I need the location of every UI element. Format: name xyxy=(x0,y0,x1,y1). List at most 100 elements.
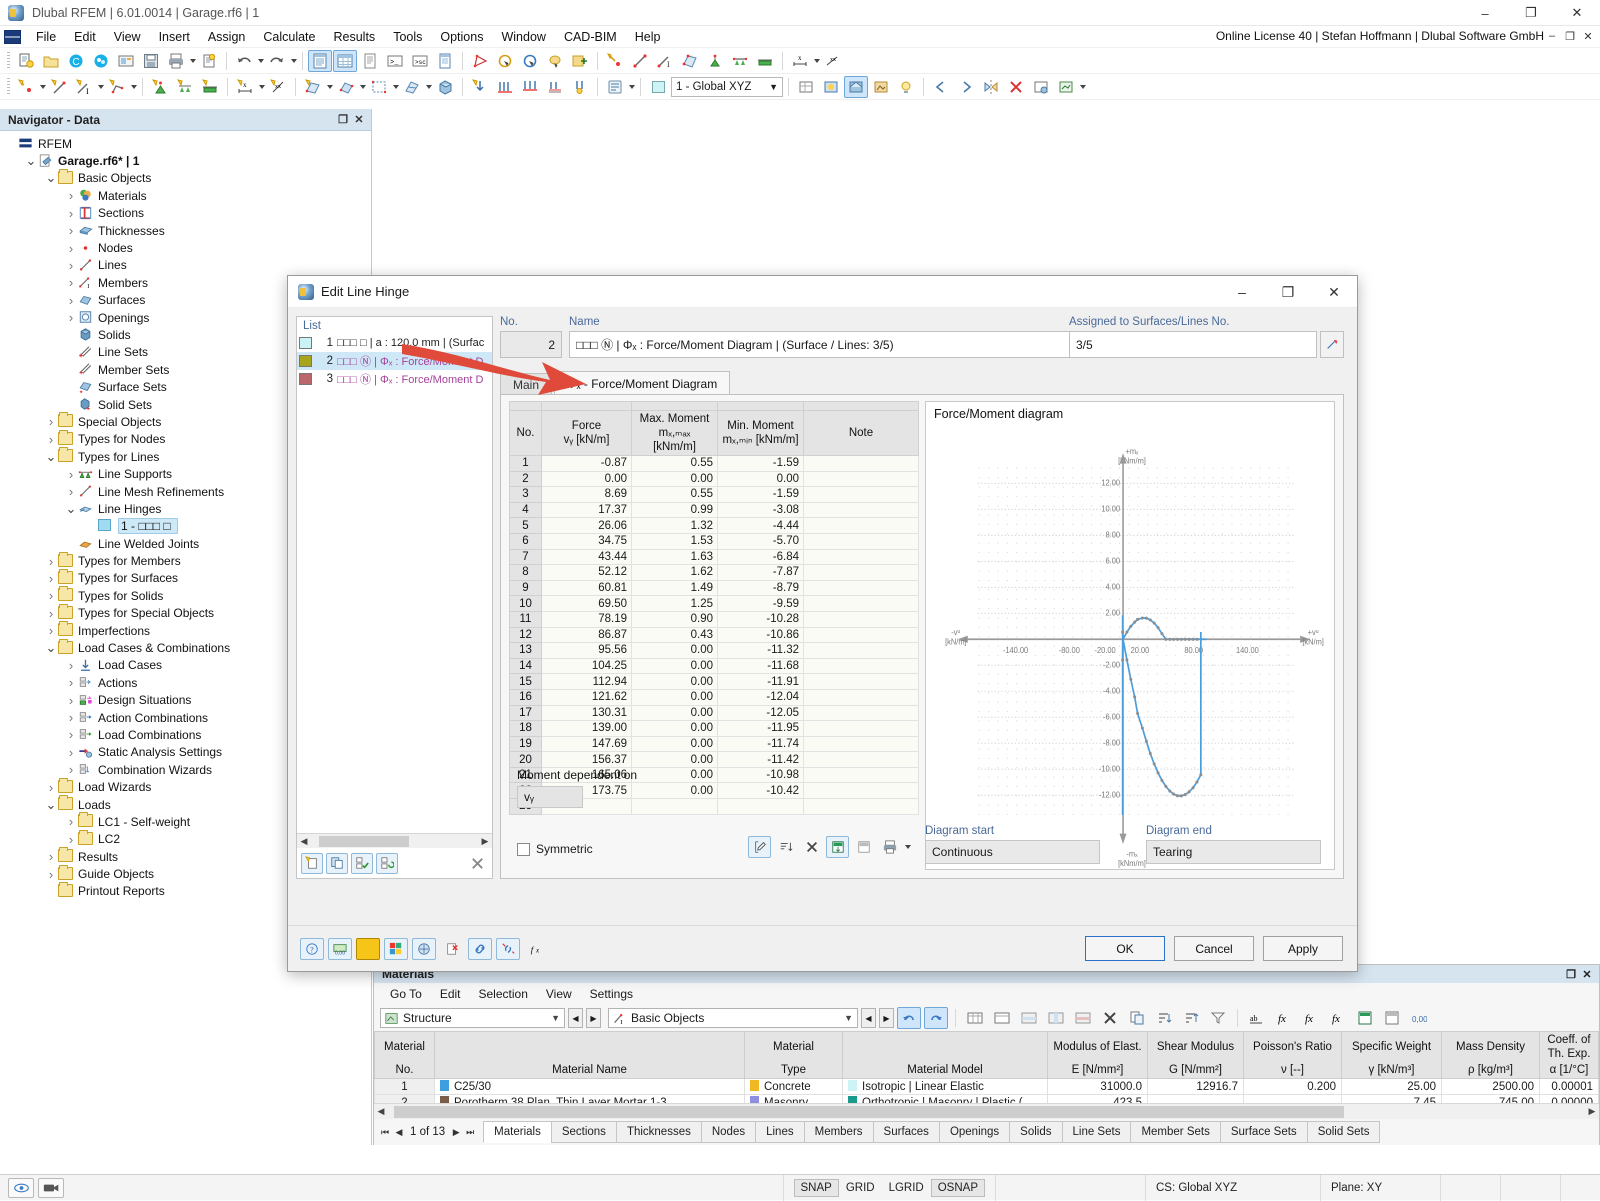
mat-cell-name[interactable]: C25/30 xyxy=(434,1078,745,1095)
materials-menu-view[interactable]: View xyxy=(538,985,580,1003)
list-scroll-thumb[interactable] xyxy=(319,835,409,847)
grid-toggle[interactable]: GRID xyxy=(839,1179,882,1197)
export-excel-icon[interactable] xyxy=(1353,1007,1377,1029)
last-page-button[interactable]: ⏭ xyxy=(463,1122,477,1142)
objects-combo-caret-icon[interactable]: ▼ xyxy=(844,1013,853,1023)
opening-dropdown-caret[interactable] xyxy=(393,84,399,89)
doc-restore-button[interactable]: ❐ xyxy=(1562,28,1578,44)
refresh-selection-button[interactable] xyxy=(376,852,398,874)
window-minimize-button[interactable]: – xyxy=(1462,0,1508,26)
unlink-button[interactable] xyxy=(496,937,520,960)
import-excel-button[interactable] xyxy=(826,836,849,858)
toolbar2-grip[interactable] xyxy=(7,77,10,96)
tree-collapser-icon[interactable] xyxy=(64,711,78,725)
doc-minimize-button[interactable]: – xyxy=(1544,28,1560,44)
menu-window[interactable]: Window xyxy=(492,28,554,46)
force-moment-row[interactable]: 4 17.37 0.99 -3.08 xyxy=(509,501,919,519)
help-button[interactable]: ? xyxy=(300,937,324,960)
bottom-tab-nodes[interactable]: Nodes xyxy=(700,1121,757,1143)
print-table-button[interactable] xyxy=(878,836,901,858)
materials-scroll-track[interactable] xyxy=(388,1105,1585,1118)
mat-cell-e[interactable]: 31000.0 xyxy=(1047,1078,1148,1095)
render-solid-icon[interactable] xyxy=(819,76,843,98)
bottom-tab-member-sets[interactable]: Member Sets xyxy=(1130,1121,1221,1143)
fm-cell-mmin[interactable]: -8.79 xyxy=(717,579,804,597)
toolbar-grip[interactable] xyxy=(7,51,10,70)
insert-col-icon[interactable] xyxy=(1044,1007,1068,1029)
delete-row-icon[interactable] xyxy=(1071,1007,1095,1029)
hinge-list-item[interactable]: 2 □□□ Ⓝ | Φₓ : Force/Moment D xyxy=(297,352,492,370)
script-icon[interactable]: >sc xyxy=(408,50,432,72)
prev-page-button[interactable]: ◀ xyxy=(392,1122,406,1142)
no-value[interactable]: 2 xyxy=(500,331,562,358)
tree-collapser-icon[interactable] xyxy=(44,415,58,429)
copy-hinge-button[interactable] xyxy=(326,852,348,874)
data-panel-icon[interactable] xyxy=(433,50,457,72)
render-light-icon[interactable] xyxy=(894,76,918,98)
menu-help[interactable]: Help xyxy=(626,28,670,46)
bottom-tab-members[interactable]: Members xyxy=(803,1121,874,1143)
print-table-caret-icon[interactable] xyxy=(905,845,911,849)
fm-cell-note[interactable] xyxy=(803,455,919,472)
bottom-tab-openings[interactable]: Openings xyxy=(938,1121,1011,1143)
fm-cell-force[interactable]: 104.25 xyxy=(541,657,632,675)
fm-cell-mmax[interactable]: 0.43 xyxy=(631,626,718,644)
objects-combo[interactable]: I Basic Objects ▼ xyxy=(608,1008,858,1028)
tree-collapser-icon[interactable] xyxy=(44,432,58,446)
fm-cell-mmax[interactable]: 1.49 xyxy=(631,579,718,597)
fm-cell-mmin[interactable]: -1.59 xyxy=(717,455,804,472)
force-moment-row[interactable]: 14 104.25 0.00 -11.68 xyxy=(509,657,919,675)
fm-cell-note[interactable] xyxy=(803,657,919,675)
tree-collapser-icon[interactable] xyxy=(64,763,78,777)
table-view-icon[interactable] xyxy=(990,1007,1014,1029)
opening-tool-icon[interactable] xyxy=(367,76,391,98)
load-xx-tool-icon[interactable]: xx xyxy=(266,76,290,98)
tree-collapser-icon[interactable] xyxy=(64,224,78,238)
clear-rows-button[interactable] xyxy=(800,836,823,858)
tree-collapser-icon[interactable] xyxy=(64,293,78,307)
fm-cell-mmin[interactable]: -12.05 xyxy=(717,704,804,722)
mat-cell-rho[interactable]: 2500.00 xyxy=(1441,1078,1540,1095)
color-button[interactable] xyxy=(356,937,380,960)
fm-cell-force[interactable]: 17.37 xyxy=(541,501,632,519)
fm-cell-mmin[interactable]: -11.68 xyxy=(717,657,804,675)
assigned-pick-button[interactable] xyxy=(1320,331,1344,358)
bottom-tab-sections[interactable]: Sections xyxy=(550,1121,617,1143)
moment-dependent-value[interactable]: vᵧ xyxy=(517,786,583,808)
member-dropdown-caret[interactable] xyxy=(98,84,104,89)
tree-expander-icon[interactable] xyxy=(24,154,38,168)
print-dropdown-caret[interactable] xyxy=(190,58,196,63)
dialog-maximize-button[interactable]: ❐ xyxy=(1265,276,1311,308)
fm-cell-note[interactable] xyxy=(803,642,919,659)
console-icon[interactable]: >_ xyxy=(383,50,407,72)
fm-cell-note[interactable] xyxy=(803,782,919,800)
fm-cell-force[interactable]: -0.87 xyxy=(541,455,632,472)
tree-expander-icon[interactable] xyxy=(44,641,58,655)
fm-cell-force[interactable]: 112.94 xyxy=(541,673,632,690)
fm-cell-force[interactable]: 139.00 xyxy=(541,720,632,737)
tree-collapser-icon[interactable] xyxy=(64,658,78,672)
fm-cell-mmin[interactable]: -4.44 xyxy=(717,517,804,534)
tab-main[interactable]: Main xyxy=(500,373,553,395)
fm-cell-force[interactable]: 86.87 xyxy=(541,626,632,644)
menu-cad-bim[interactable]: CAD-BIM xyxy=(555,28,626,46)
redo-icon[interactable] xyxy=(265,50,289,72)
tree-item-materials[interactable]: Materials xyxy=(4,187,371,204)
fm-cell-mmax[interactable]: 0.55 xyxy=(631,455,718,472)
solid-tool-icon[interactable] xyxy=(334,76,358,98)
menu-assign[interactable]: Assign xyxy=(199,28,255,46)
snap-toggles[interactable]: SNAP GRID LGRID OSNAP xyxy=(782,1174,996,1201)
force-moment-row[interactable]: 2 0.00 0.00 0.00 xyxy=(509,470,919,488)
fm-cell-mmin[interactable] xyxy=(717,798,804,815)
force-moment-row[interactable]: 5 26.06 1.32 -4.44 xyxy=(509,517,919,534)
tree-expander-icon[interactable] xyxy=(44,450,58,464)
select-all-button[interactable] xyxy=(351,852,373,874)
surface-dropdown-caret[interactable] xyxy=(327,84,333,89)
bottom-tab-materials[interactable]: Materials xyxy=(483,1121,552,1143)
first-page-button[interactable]: ⏮ xyxy=(378,1122,392,1142)
fm-cell-note[interactable] xyxy=(803,486,919,503)
fm-cell-note[interactable] xyxy=(803,595,919,612)
document-window-controls[interactable]: – ❐ ✕ xyxy=(1544,28,1596,44)
sort-asc-icon[interactable] xyxy=(1152,1007,1176,1029)
lgrid-toggle[interactable]: LGRID xyxy=(882,1179,931,1197)
